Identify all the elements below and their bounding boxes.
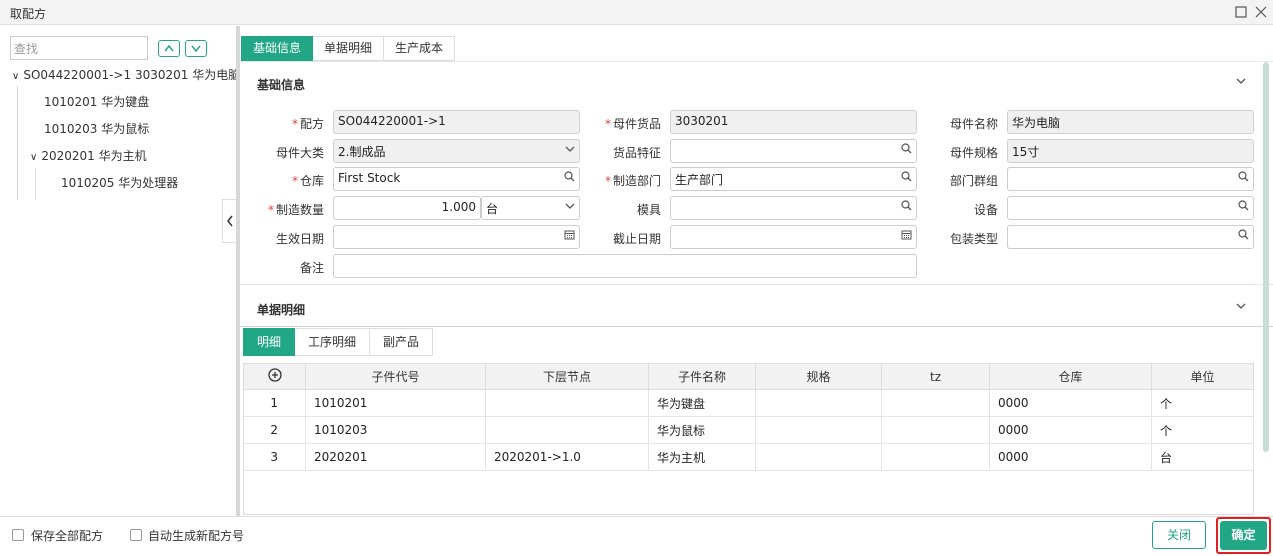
detail-subtabs: 明细 工序明细 副产品 bbox=[243, 328, 434, 356]
dept-group-label: 部门群组 bbox=[949, 174, 998, 188]
tree-node-cpu[interactable]: 1010205 华为处理器 bbox=[61, 173, 178, 193]
qty-label: * 制造数量 bbox=[267, 203, 324, 217]
equipment-field[interactable] bbox=[1007, 196, 1254, 220]
mold-label: 模具 bbox=[636, 203, 661, 217]
section-title-basic: 基础信息 bbox=[257, 78, 306, 92]
dept-label: * 制造部门 bbox=[604, 174, 661, 188]
warehouse-label: * 仓库 bbox=[291, 174, 324, 188]
tree-guide-line bbox=[35, 168, 36, 200]
goods-feature-field[interactable] bbox=[670, 139, 917, 163]
chevron-down-icon[interactable]: ∨ bbox=[12, 71, 19, 82]
auto-gen-checkbox[interactable] bbox=[130, 529, 142, 541]
section-divider bbox=[240, 284, 1273, 285]
section-title-detail: 单据明细 bbox=[257, 303, 306, 317]
subtab-byproduct[interactable]: 副产品 bbox=[370, 328, 434, 356]
package-field[interactable] bbox=[1007, 225, 1254, 249]
recipe-field: SO044220001->1 bbox=[333, 110, 580, 134]
main-tabs: 基础信息 单据明细 生产成本 bbox=[241, 36, 456, 61]
start-date-field[interactable] bbox=[333, 225, 580, 249]
table-row[interactable]: 2 1010203 华为鼠标 0000 个 bbox=[243, 416, 1254, 444]
ok-button-highlight: 确定 bbox=[1216, 517, 1271, 554]
save-all-checkbox[interactable] bbox=[12, 529, 24, 541]
mold-field[interactable] bbox=[670, 196, 917, 220]
move-up-button[interactable] bbox=[158, 40, 180, 57]
maximize-icon[interactable] bbox=[1233, 4, 1249, 20]
subtab-process[interactable]: 工序明细 bbox=[295, 328, 371, 356]
goods-feature-label: 货品特征 bbox=[612, 146, 661, 160]
parent-category-select[interactable]: 2.制成品 bbox=[333, 139, 580, 163]
save-all-label: 保存全部配方 bbox=[31, 529, 104, 543]
warehouse-field[interactable]: First Stock bbox=[333, 167, 580, 191]
footer-bar: 保存全部配方 自动生成新配方号 关闭 确定 bbox=[0, 516, 1273, 556]
search-icon[interactable] bbox=[1238, 200, 1249, 214]
tree-node-host[interactable]: ∨ 2020201 华为主机 bbox=[30, 146, 147, 166]
move-down-button[interactable] bbox=[185, 40, 207, 57]
tab-doc-detail[interactable]: 单据明细 bbox=[313, 36, 385, 61]
main-panel: 基础信息 单据明细 生产成本 基础信息 * 配方 SO044220001->1 *… bbox=[240, 26, 1273, 516]
qty-field[interactable]: 1.000 bbox=[333, 196, 481, 220]
close-icon[interactable] bbox=[1253, 4, 1269, 20]
column-header[interactable]: 子件代号 bbox=[305, 363, 486, 390]
column-header[interactable]: 下层节点 bbox=[485, 363, 649, 390]
dept-field[interactable]: 生产部门 bbox=[670, 167, 917, 191]
tab-basic-info[interactable]: 基础信息 bbox=[241, 36, 314, 61]
table-header-row: 子件代号 下层节点 子件名称 规格 tz 仓库 单位 bbox=[243, 363, 1254, 390]
detail-table: 子件代号 下层节点 子件名称 规格 tz 仓库 单位 1 1010201 华为键… bbox=[243, 363, 1254, 471]
close-button[interactable]: 关闭 bbox=[1152, 521, 1206, 549]
chevron-down-icon[interactable]: ∨ bbox=[30, 152, 37, 163]
remark-label: 备注 bbox=[299, 261, 324, 275]
parent-goods-label: * 母件货品 bbox=[604, 117, 661, 131]
parent-goods-field: 3030201 bbox=[670, 110, 917, 134]
package-label: 包装类型 bbox=[949, 232, 998, 246]
title-bar: 取配方 bbox=[0, 0, 1273, 25]
remark-field[interactable] bbox=[333, 254, 917, 278]
start-date-label: 生效日期 bbox=[275, 232, 324, 246]
column-header[interactable]: 单位 bbox=[1151, 363, 1254, 390]
search-icon[interactable] bbox=[1238, 171, 1249, 185]
dept-group-field[interactable] bbox=[1007, 167, 1254, 191]
ok-button[interactable]: 确定 bbox=[1220, 521, 1267, 550]
recipe-label: * 配方 bbox=[291, 117, 324, 131]
auto-gen-label: 自动生成新配方号 bbox=[148, 529, 245, 543]
vertical-scrollbar[interactable] bbox=[1263, 62, 1269, 452]
end-date-field[interactable] bbox=[670, 225, 917, 249]
window-title: 取配方 bbox=[10, 7, 47, 21]
tree-guide-line bbox=[17, 86, 18, 200]
parent-spec-label: 母件规格 bbox=[949, 146, 998, 160]
tabs-divider bbox=[240, 61, 1273, 62]
tree-search-input[interactable]: 查找 bbox=[10, 36, 148, 60]
chevron-down-icon[interactable] bbox=[1236, 302, 1246, 313]
parent-spec-field: 15寸 bbox=[1007, 139, 1254, 163]
tree-node-keyboard[interactable]: 1010201 华为键盘 bbox=[44, 92, 149, 112]
equipment-label: 设备 bbox=[973, 203, 998, 217]
tree-panel: 查找 ∨ SO044220001->1 3030201 华为电脑 1010201 … bbox=[0, 26, 240, 516]
parent-category-label: 母件大类 bbox=[275, 146, 324, 160]
column-header[interactable]: 规格 bbox=[755, 363, 882, 390]
end-date-label: 截止日期 bbox=[612, 232, 661, 246]
column-header[interactable]: 子件名称 bbox=[648, 363, 756, 390]
add-row-icon[interactable] bbox=[243, 363, 306, 390]
chevron-down-icon[interactable] bbox=[1236, 77, 1246, 88]
column-header[interactable]: tz bbox=[881, 363, 990, 390]
tree-node-mouse[interactable]: 1010203 华为鼠标 bbox=[44, 119, 149, 139]
subtab-detail[interactable]: 明细 bbox=[243, 328, 296, 356]
tree-node-root[interactable]: ∨ SO044220001->1 3030201 华为电脑 bbox=[12, 65, 240, 85]
table-row[interactable]: 3 2020201 2020201->1.0 华为主机 0000 台 bbox=[243, 443, 1254, 471]
table-row[interactable]: 1 1010201 华为键盘 0000 个 bbox=[243, 389, 1254, 417]
search-icon[interactable] bbox=[1238, 229, 1249, 243]
tab-production-cost[interactable]: 生产成本 bbox=[384, 36, 456, 61]
parent-name-field: 华为电脑 bbox=[1007, 110, 1254, 134]
column-header[interactable]: 仓库 bbox=[989, 363, 1152, 390]
detail-divider bbox=[240, 326, 1273, 327]
unit-select[interactable]: 台 bbox=[481, 196, 580, 220]
parent-name-label: 母件名称 bbox=[949, 117, 998, 131]
